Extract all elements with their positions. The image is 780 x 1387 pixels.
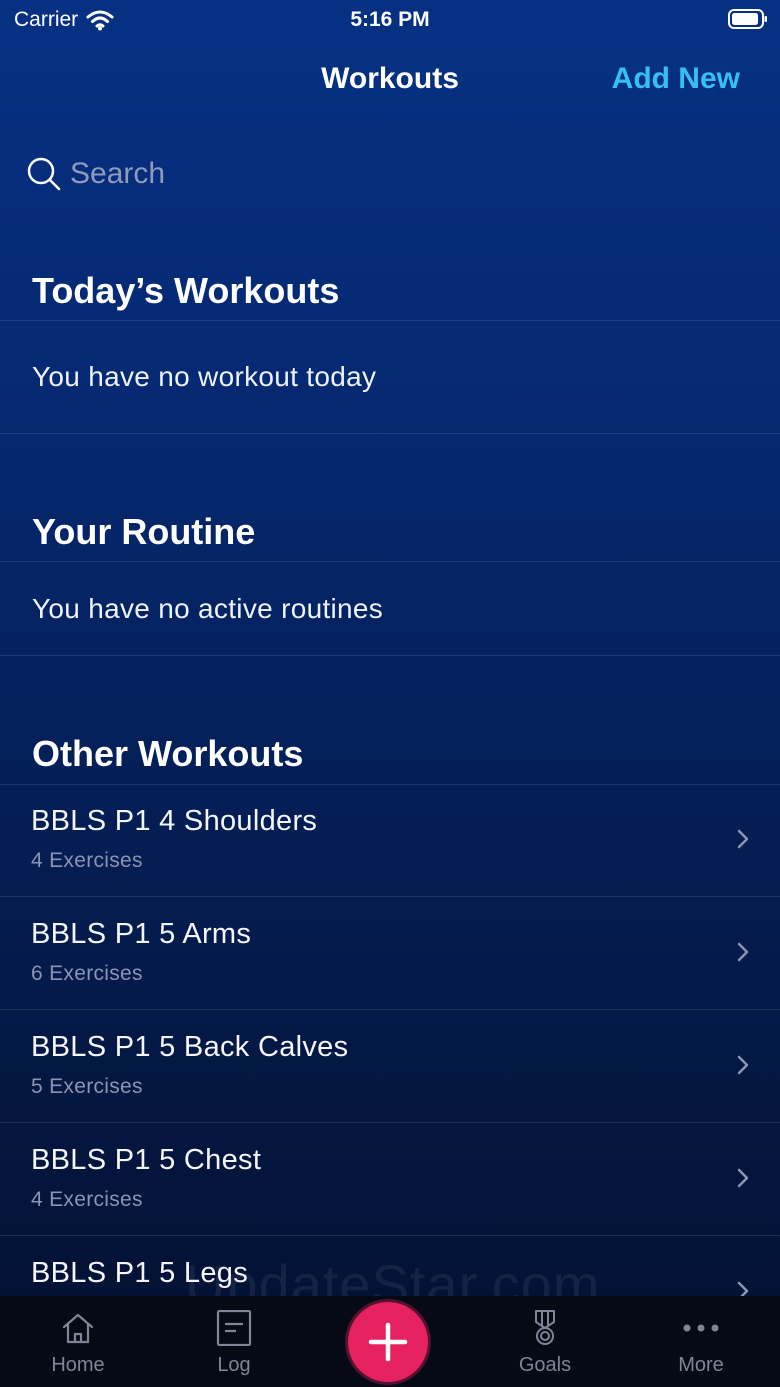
no-active-routines-text: You have no active routines: [32, 593, 384, 624]
divider: [0, 1009, 780, 1010]
status-bar: Carrier 5:16 PM: [0, 0, 780, 40]
workout-row[interactable]: BBLS P1 5 Legs: [0, 1237, 780, 1296]
tab-more[interactable]: More: [646, 1296, 756, 1387]
workout-name: BBLS P1 5 Arms: [31, 918, 252, 950]
divider: [0, 320, 780, 321]
medal-icon: [535, 1310, 555, 1345]
log-icon: [216, 1310, 252, 1346]
tab-label: Log: [217, 1354, 251, 1376]
search-bar[interactable]: [26, 150, 746, 198]
other-workouts-header: Other Workouts: [32, 733, 304, 774]
search-icon: [27, 157, 61, 191]
workout-row[interactable]: BBLS P1 5 Back Calves 5 Exercises: [0, 1011, 780, 1123]
tab-label: Goals: [518, 1354, 572, 1376]
carrier: Carrier: [14, 8, 114, 32]
exercise-count: 6 Exercises: [31, 962, 143, 985]
todays-workouts-header: Today’s Workouts: [32, 270, 340, 311]
chevron-right-icon: [737, 942, 749, 962]
chevron-right-icon: [737, 1055, 749, 1075]
workout-name: BBLS P1 5 Chest: [31, 1144, 262, 1176]
tab-goals[interactable]: Goals: [490, 1296, 600, 1387]
workout-name: BBLS P1 5 Legs: [31, 1257, 249, 1289]
divider: [0, 655, 780, 656]
divider: [0, 1122, 780, 1123]
exercise-count: 4 Exercises: [31, 1188, 143, 1211]
workout-row[interactable]: BBLS P1 4 Shoulders 4 Exercises: [0, 785, 780, 897]
divider: [0, 433, 780, 434]
battery-icon: [728, 9, 767, 29]
workout-name: BBLS P1 4 Shoulders: [31, 805, 318, 837]
status-time: 5:16 PM: [350, 8, 430, 31]
add-workout-button[interactable]: [348, 1302, 428, 1382]
tab-home[interactable]: Home: [23, 1296, 133, 1387]
plus-icon: [368, 1322, 408, 1362]
chevron-right-icon: [737, 1281, 749, 1296]
tab-label: Home: [51, 1354, 105, 1376]
exercise-count: 5 Exercises: [31, 1075, 143, 1098]
tab-label: More: [678, 1354, 724, 1376]
more-icon: [683, 1324, 719, 1332]
home-icon: [62, 1313, 94, 1344]
workout-name: BBLS P1 5 Back Calves: [31, 1031, 349, 1063]
workout-row[interactable]: BBLS P1 5 Chest 4 Exercises: [0, 1124, 780, 1236]
add-new-button[interactable]: Add New: [612, 62, 740, 96]
carrier-label: Carrier: [14, 8, 79, 31]
divider: [0, 561, 780, 562]
wifi-icon: [86, 10, 114, 31]
exercise-count: 4 Exercises: [31, 849, 143, 872]
your-routine-header: Your Routine: [32, 511, 256, 552]
no-workout-today-text: You have no workout today: [32, 361, 377, 392]
chevron-right-icon: [737, 1168, 749, 1188]
workout-row[interactable]: BBLS P1 5 Arms 6 Exercises: [0, 898, 780, 1010]
search-input[interactable]: [70, 157, 670, 191]
chevron-right-icon: [737, 829, 749, 849]
divider: [0, 896, 780, 897]
tab-log[interactable]: Log: [179, 1296, 289, 1387]
divider: [0, 1235, 780, 1236]
